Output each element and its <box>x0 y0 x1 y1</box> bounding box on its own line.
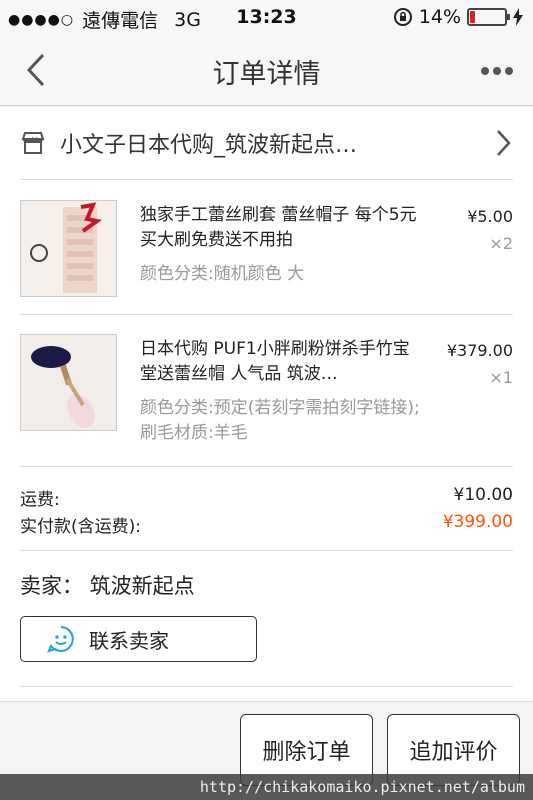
battery-percent: 14% <box>418 6 461 28</box>
watermark: http://chikakomaiko.pixnet.net/album <box>0 774 533 800</box>
order-totals: 运费: ¥10.00 实付款(含运费): ¥399.00 <box>20 467 513 551</box>
shipping-label: 运费: <box>20 490 60 510</box>
item-spec: 颜色分类:预定(若刻字需拍刻字链接);刷毛材质:羊毛 <box>140 398 420 443</box>
chevron-right-icon <box>497 130 511 156</box>
page-title: 订单详情 <box>212 59 321 90</box>
status-right: 14% <box>393 6 523 28</box>
more-dots-icon <box>481 67 513 75</box>
status-bar: ●●●●○ 遠傳電信 3G 13:23 14% <box>0 0 533 36</box>
list-item[interactable]: 独家手工蕾丝刷套 蕾丝帽子 每个5元 买大刷免费送不用拍 颜色分类:随机颜色 大… <box>20 181 513 315</box>
item-title: 日本代购 PUF1小胖刷粉饼杀手竹宝堂送蕾丝帽 人气品 筑波… <box>140 339 410 384</box>
chat-face-icon <box>47 625 74 653</box>
shop-row[interactable]: 小文子日本代购_筑波新起点… <box>20 107 513 180</box>
item-price: ¥379.00 <box>446 341 513 360</box>
battery-icon <box>467 8 510 26</box>
shop-name: 小文子日本代购_筑波新起点… <box>60 133 358 158</box>
product-image <box>20 200 117 297</box>
order-content: 小文子日本代购_筑波新起点… 独家手工蕾丝刷套 蕾丝帽子 每个5元 买大刷免费送… <box>0 107 533 701</box>
item-price: ¥5.00 <box>467 207 513 226</box>
item-spec: 颜色分类:随机颜色 大 <box>140 264 305 284</box>
more-button[interactable] <box>477 56 517 86</box>
paid-row: 实付款(含运费): ¥399.00 <box>20 512 513 537</box>
item-qty: ×2 <box>489 234 513 253</box>
shipping-row: 运费: ¥10.00 <box>20 485 513 510</box>
seller-line: 卖家： 筑波新起点 <box>20 574 195 598</box>
store-icon <box>21 132 45 154</box>
battery-fill <box>470 11 476 23</box>
nav-bar: 订单详情 <box>0 36 533 106</box>
contact-seller-label: 联系卖家 <box>89 628 169 653</box>
item-qty: ×1 <box>489 368 513 387</box>
shipping-value: ¥10.00 <box>453 485 513 505</box>
list-item[interactable]: 日本代购 PUF1小胖刷粉饼杀手竹宝堂送蕾丝帽 人气品 筑波… 颜色分类:预定(… <box>20 315 513 467</box>
paid-label: 实付款(含运费): <box>20 517 141 537</box>
item-title: 独家手工蕾丝刷套 蕾丝帽子 每个5元 买大刷免费送不用拍 <box>140 205 417 250</box>
product-image <box>20 334 117 431</box>
lock-rotation-icon <box>393 8 412 26</box>
paid-value: ¥399.00 <box>442 512 513 532</box>
divider <box>20 686 513 687</box>
charging-icon <box>513 8 523 26</box>
contact-seller-button[interactable]: 联系卖家 <box>20 616 257 662</box>
